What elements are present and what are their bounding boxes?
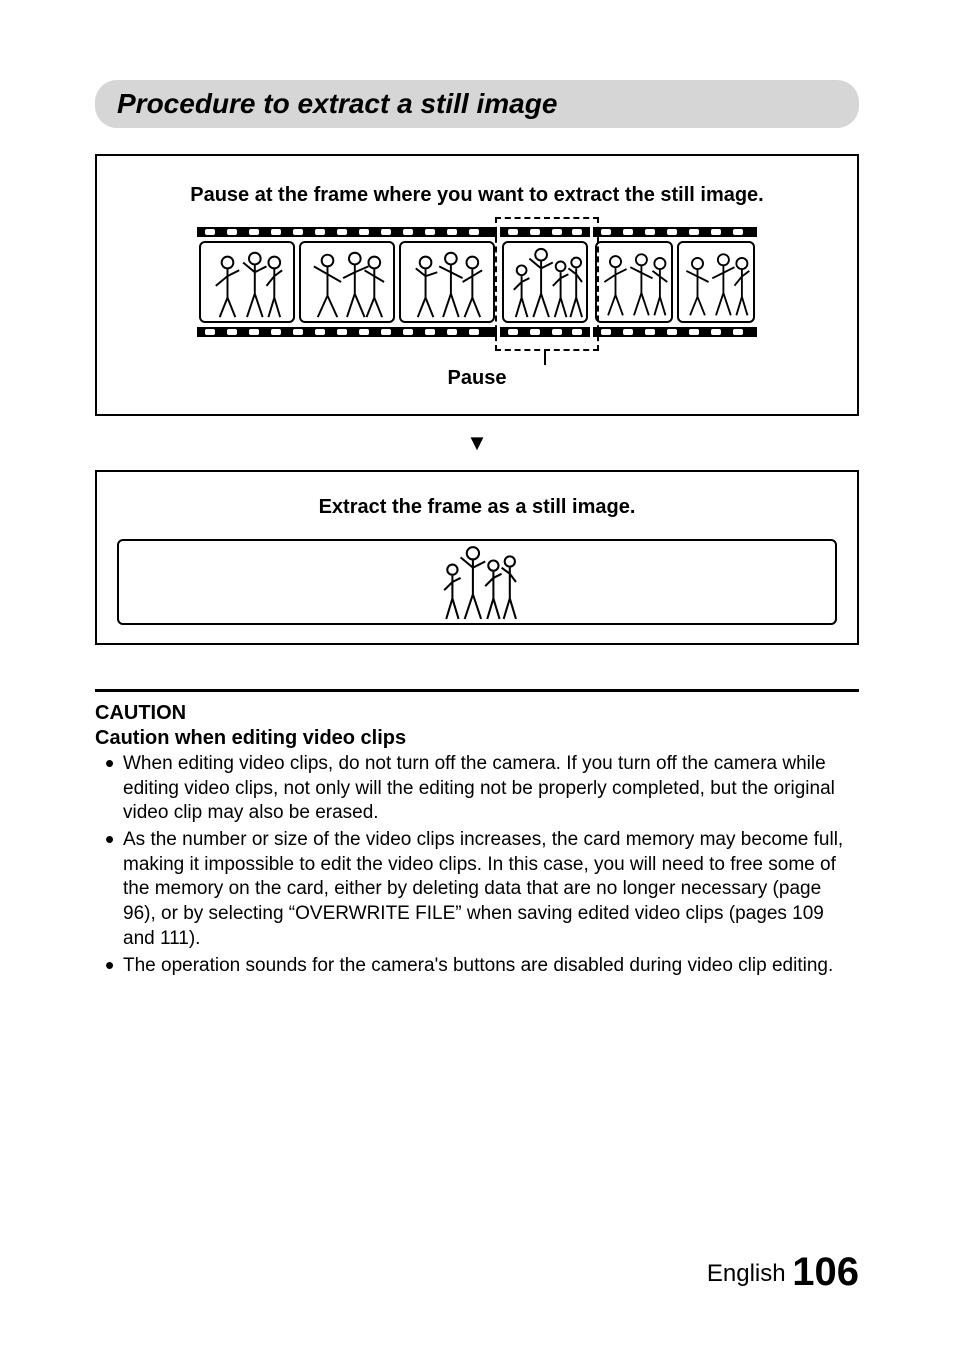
extracted-frame-illustration: [117, 539, 837, 625]
footer-page-number: 106: [792, 1250, 859, 1294]
page: Procedure to extract a still image Pause…: [0, 0, 954, 1345]
caution-item: As the number or size of the video clips…: [123, 828, 859, 951]
film-frame: [199, 241, 295, 323]
step2-title: Extract the frame as a still image.: [117, 496, 837, 519]
caution-subheading: Caution when editing video clips: [95, 727, 859, 750]
section-heading-bar: Procedure to extract a still image: [95, 80, 859, 128]
film-frame-selected: [502, 241, 588, 323]
down-arrow-icon: ▼: [95, 430, 859, 456]
caution-item: When editing video clips, do not turn of…: [123, 752, 859, 826]
filmstrip-illustration: [117, 227, 837, 337]
section-heading: Procedure to extract a still image: [117, 88, 837, 120]
caution-block: CAUTION Caution when editing video clips…: [95, 689, 859, 978]
caution-heading: CAUTION: [95, 702, 859, 725]
film-frame: [677, 241, 755, 323]
step1-title: Pause at the frame where you want to ext…: [117, 184, 837, 207]
film-frame: [399, 241, 495, 323]
film-frame: [595, 241, 673, 323]
footer-language: English: [707, 1260, 786, 1287]
step1-box: Pause at the frame where you want to ext…: [95, 154, 859, 416]
pause-label: Pause: [117, 367, 837, 390]
caution-list: When editing video clips, do not turn of…: [95, 752, 859, 978]
step2-box: Extract the frame as a still image.: [95, 470, 859, 645]
extracted-frame: [117, 539, 837, 625]
caution-item: The operation sounds for the camera's bu…: [123, 954, 859, 979]
film-frame: [299, 241, 395, 323]
page-footer: English 106: [707, 1250, 859, 1295]
